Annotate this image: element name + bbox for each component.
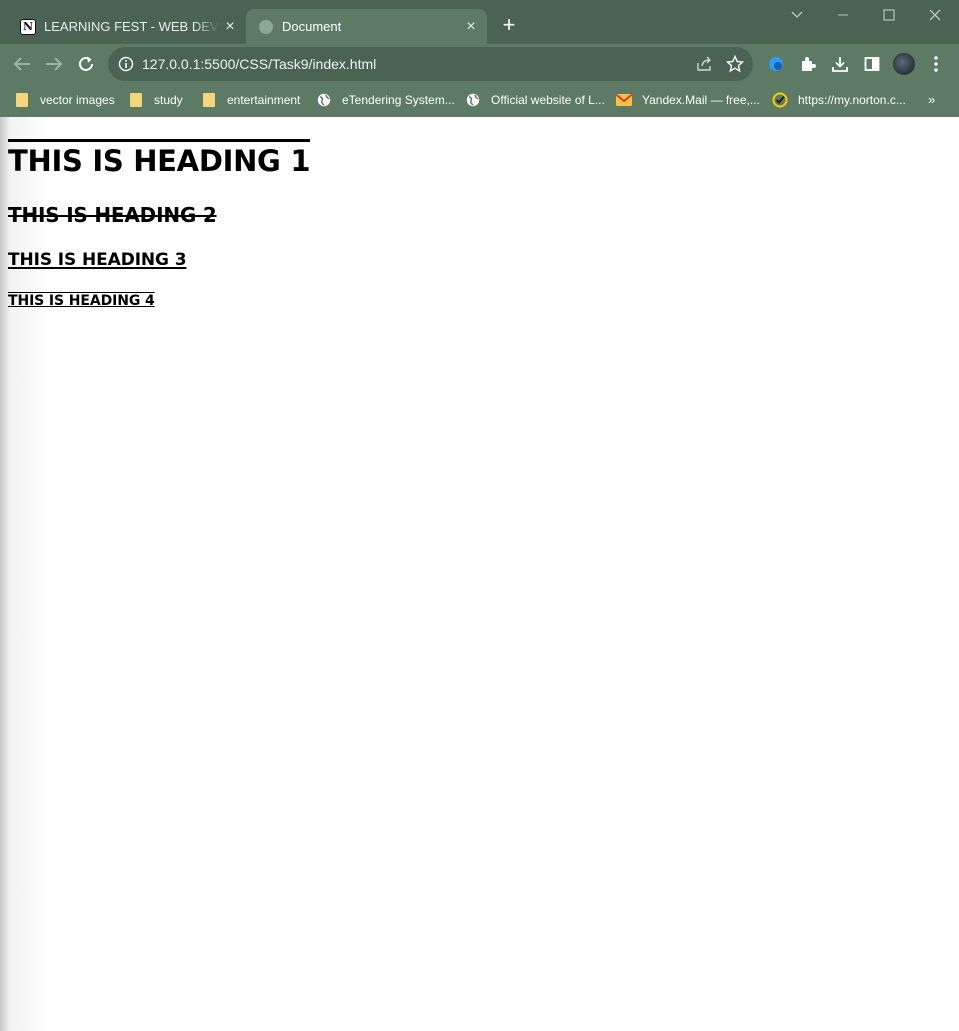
back-icon[interactable] (10, 52, 34, 76)
globe-icon (258, 19, 274, 35)
globe-icon (465, 92, 481, 108)
globe-icon (316, 92, 332, 108)
close-window-icon[interactable] (922, 4, 948, 26)
bookmark-official-website[interactable]: Official website of L... (465, 91, 605, 109)
address-bar[interactable]: 127.0.0.1:5500/CSS/Task9/index.html (108, 47, 753, 81)
heading-4: THIS IS HEADING 4 (8, 293, 155, 309)
profile-avatar[interactable] (893, 53, 915, 75)
heading-1: THIS IS HEADING 1 (8, 139, 311, 180)
notion-icon: N (20, 18, 36, 35)
bookmark-label: Yandex.Mail — free,... (642, 93, 760, 107)
bookmark-vector-images[interactable]: vector images (14, 91, 115, 109)
tab-close-icon[interactable]: × (461, 17, 481, 37)
share-icon[interactable] (694, 54, 714, 74)
tab-title: LEARNING FEST - WEB DEVELOP (44, 19, 220, 34)
minimize-icon[interactable] (830, 4, 856, 26)
tab-close-icon[interactable]: × (220, 17, 240, 37)
bookmark-label: study (154, 93, 183, 107)
bookmark-star-icon[interactable] (725, 54, 745, 74)
tab-title: Document (282, 19, 342, 34)
reload-icon[interactable] (74, 52, 98, 76)
bookmarks-overflow-icon[interactable]: » (928, 92, 935, 107)
bookmark-label: entertainment (227, 93, 301, 107)
download-icon[interactable] (828, 52, 852, 76)
toolbar: 127.0.0.1:5500/CSS/Task9/index.html (0, 44, 959, 84)
browser-window: N LEARNING FEST - WEB DEVELOP × Document… (0, 0, 959, 117)
bookmark-study[interactable]: study (128, 91, 183, 109)
folder-icon (201, 92, 217, 108)
tab-search-icon[interactable] (784, 4, 810, 26)
title-bar: N LEARNING FEST - WEB DEVELOP × Document… (0, 0, 959, 44)
folder-icon (128, 92, 144, 108)
folder-icon (14, 92, 30, 108)
bookmark-entertainment[interactable]: entertainment (201, 91, 300, 109)
bookmark-norton[interactable]: https://my.norton.c... (772, 91, 906, 109)
mail-icon (616, 92, 632, 108)
extensions-puzzle-icon[interactable] (796, 52, 820, 76)
url-text[interactable]: 127.0.0.1:5500/CSS/Task9/index.html (142, 56, 376, 72)
maximize-icon[interactable] (876, 4, 902, 26)
tab-learning-fest[interactable]: N LEARNING FEST - WEB DEVELOP × (8, 9, 246, 44)
site-info-icon[interactable] (118, 56, 134, 72)
bookmark-etendering[interactable]: eTendering System... (316, 91, 455, 109)
bookmark-label: https://my.norton.c... (798, 93, 906, 107)
heading-3: THIS IS HEADING 3 (8, 250, 187, 270)
bookmarks-bar: vector images study entertainment eTende… (0, 84, 959, 117)
menu-dots-icon[interactable] (924, 52, 948, 76)
forward-icon[interactable] (42, 52, 66, 76)
bookmark-label: Official website of L... (491, 93, 605, 107)
tab-document[interactable]: Document × (246, 9, 487, 44)
norton-icon (772, 92, 788, 108)
new-tab-button[interactable]: + (497, 14, 521, 38)
bookmark-yandex-mail[interactable]: Yandex.Mail — free,... (616, 91, 760, 109)
bookmark-label: eTendering System... (342, 93, 455, 107)
side-panel-icon[interactable] (860, 52, 884, 76)
heading-2: THIS IS HEADING 2 (8, 203, 217, 227)
bookmark-label: vector images (40, 93, 115, 107)
extension-edge-icon[interactable] (764, 52, 788, 76)
